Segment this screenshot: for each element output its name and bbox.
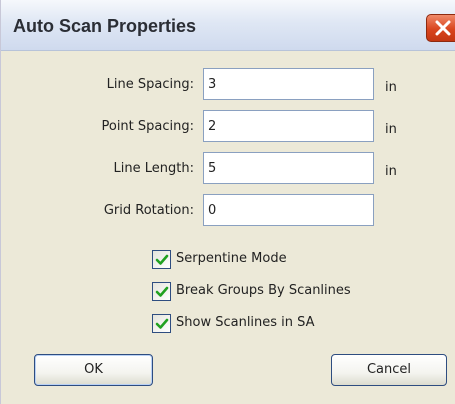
window-title: Auto Scan Properties xyxy=(13,16,197,36)
grid-rotation-label: Grid Rotation: xyxy=(103,203,194,218)
auto-scan-properties-dialog: Auto Scan Properties Line Spacing: in Po… xyxy=(0,0,455,404)
grid-rotation-input[interactable] xyxy=(203,194,374,226)
line-spacing-label: Line Spacing: xyxy=(106,77,194,92)
line-length-unit: in xyxy=(385,164,397,179)
line-length-label: Line Length: xyxy=(113,161,194,176)
line-spacing-input[interactable] xyxy=(203,68,374,100)
cancel-button[interactable]: Cancel xyxy=(331,354,447,386)
ok-button[interactable]: OK xyxy=(34,354,153,386)
point-spacing-unit: in xyxy=(385,122,397,137)
checkmark-icon xyxy=(155,254,169,265)
checkmark-icon xyxy=(155,318,169,329)
close-icon xyxy=(435,20,451,36)
break-groups-checkbox[interactable] xyxy=(152,282,171,301)
close-button[interactable] xyxy=(426,14,455,42)
checkmark-icon xyxy=(155,286,169,297)
show-scanlines-label: Show Scanlines in SA xyxy=(176,315,315,330)
line-spacing-unit: in xyxy=(385,80,397,95)
serpentine-mode-label: Serpentine Mode xyxy=(176,251,287,266)
line-length-input[interactable] xyxy=(203,152,374,184)
title-bar[interactable]: Auto Scan Properties xyxy=(1,0,455,51)
point-spacing-input[interactable] xyxy=(203,110,374,142)
serpentine-mode-checkbox[interactable] xyxy=(152,250,171,269)
break-groups-label: Break Groups By Scanlines xyxy=(176,283,351,298)
point-spacing-label: Point Spacing: xyxy=(101,119,194,134)
show-scanlines-checkbox[interactable] xyxy=(152,314,171,333)
